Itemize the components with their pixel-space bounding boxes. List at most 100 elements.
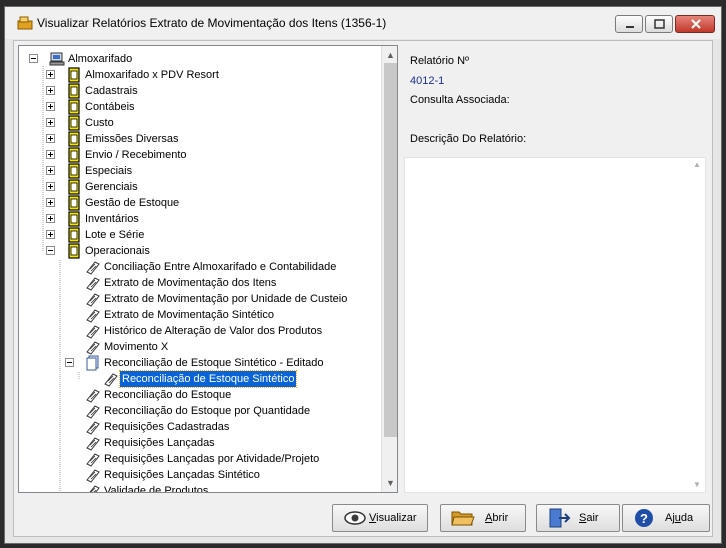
- tree-node-label: Custo: [85, 117, 114, 129]
- view-button-label: Visualizar: [369, 512, 417, 524]
- view-button[interactable]: Visualizar: [332, 504, 428, 532]
- close-button[interactable]: [675, 15, 715, 33]
- tree-node-label: Operacionais: [85, 245, 150, 257]
- description-scrollbar[interactable]: ▲ ▼: [689, 158, 705, 492]
- tree-category[interactable]: Operacionais: [19, 243, 381, 259]
- report-icon: [85, 403, 101, 419]
- tree-root-almoxarifado[interactable]: Almoxarifado: [19, 51, 381, 67]
- folder-icon: [66, 243, 82, 259]
- tree-category[interactable]: Emissões Diversas: [19, 131, 381, 147]
- tree-report-group-edited[interactable]: Reconciliação de Estoque Sintético - Edi…: [19, 355, 381, 371]
- expand-icon[interactable]: [46, 102, 55, 111]
- tree-node-label: Validade de Produtos: [104, 485, 209, 493]
- open-button[interactable]: Abrir: [440, 504, 526, 532]
- tree-report-item[interactable]: Requisições Lançadas Sintético: [19, 467, 381, 483]
- folder-icon: [66, 147, 82, 163]
- maximize-icon: [654, 19, 665, 29]
- report-icon: [85, 419, 101, 435]
- tree-node-label: Cadastrais: [85, 85, 138, 97]
- report-icon: [85, 483, 101, 492]
- report-number-value: 4012-1: [410, 75, 445, 87]
- tree-node-label: Contábeis: [85, 101, 135, 113]
- tree-category[interactable]: Contábeis: [19, 99, 381, 115]
- report-number-label: Relatório Nº: [410, 55, 470, 67]
- tree-category[interactable]: Envio / Recebimento: [19, 147, 381, 163]
- expand-icon[interactable]: [46, 134, 55, 143]
- tree-report-item[interactable]: Conciliação Entre Almoxarifado e Contabi…: [19, 259, 381, 275]
- title-bar[interactable]: Visualizar Relatórios Extrato de Movimen…: [5, 7, 721, 39]
- window-title: Visualizar Relatórios Extrato de Movimen…: [37, 16, 387, 30]
- tree-report-item[interactable]: Validade de Produtos: [19, 483, 381, 493]
- help-button[interactable]: ? Ajuda: [622, 504, 710, 532]
- tree-node-label: Requisições Lançadas por Atividade/Proje…: [104, 453, 320, 465]
- expand-icon[interactable]: [46, 182, 55, 191]
- tree-node-label: Gestão de Estoque: [85, 197, 180, 209]
- tree-category[interactable]: Inventários: [19, 211, 381, 227]
- collapse-icon[interactable]: [65, 358, 74, 367]
- folder-icon: [66, 227, 82, 243]
- folder-icon: [66, 115, 82, 131]
- tree-report-item[interactable]: Reconciliação do Estoque por Quantidade: [19, 403, 381, 419]
- scroll-up-icon[interactable]: ▲: [386, 50, 395, 60]
- scroll-up-icon[interactable]: ▲: [693, 160, 701, 169]
- exit-button-label: Sair: [579, 512, 599, 524]
- folder-icon: [66, 131, 82, 147]
- associated-query-label: Consulta Associada:: [410, 94, 510, 106]
- tree-report-item[interactable]: Extrato de Movimentação Sintético: [19, 307, 381, 323]
- help-button-label: Ajuda: [665, 512, 694, 524]
- open-folder-icon: [451, 511, 475, 526]
- tree-category[interactable]: Gestão de Estoque: [19, 195, 381, 211]
- expand-icon[interactable]: [46, 166, 55, 175]
- tree-category[interactable]: Lote e Série: [19, 227, 381, 243]
- scroll-down-icon[interactable]: ▼: [386, 478, 395, 488]
- tree-category[interactable]: Almoxarifado x PDV Resort: [19, 67, 381, 83]
- tree-report-item[interactable]: Histórico de Alteração de Valor dos Prod…: [19, 323, 381, 339]
- tree-node-label: Requisições Lançadas: [104, 437, 215, 449]
- collapse-icon[interactable]: [46, 246, 55, 255]
- tree-node-label: Almoxarifado: [68, 53, 133, 65]
- report-icon: [85, 467, 101, 483]
- app-icon: [17, 16, 33, 30]
- tree-report-item-selected[interactable]: Reconciliação de Estoque Sintético: [19, 370, 381, 388]
- tree-category[interactable]: Cadastrais: [19, 83, 381, 99]
- tree-scrollbar[interactable]: ▲ ▼: [381, 46, 397, 492]
- report-tree[interactable]: Almoxarifado Almoxarifado x PDV Resort Cad…: [18, 45, 398, 493]
- expand-icon[interactable]: [46, 214, 55, 223]
- tree-node-label: Reconciliação de Estoque Sintético - Edi…: [104, 357, 324, 369]
- tree-category[interactable]: Especiais: [19, 163, 381, 179]
- tree-node-label: Gerenciais: [85, 181, 138, 193]
- expand-icon[interactable]: [46, 118, 55, 127]
- tree-node-label: Extrato de Movimentação por Unidade de C…: [104, 293, 348, 305]
- tree-node-label: Reconciliação de Estoque Sintético: [118, 370, 298, 388]
- tree-node-label: Extrato de Movimentação Sintético: [104, 309, 274, 321]
- expand-icon[interactable]: [46, 230, 55, 239]
- eye-icon: [344, 511, 366, 525]
- tree-report-item[interactable]: Movimento X: [19, 339, 381, 355]
- tree-category[interactable]: Gerenciais: [19, 179, 381, 195]
- tree-report-item[interactable]: Extrato de Movimentação dos Itens: [19, 275, 381, 291]
- description-label: Descrição Do Relatório:: [410, 133, 527, 145]
- scroll-down-icon[interactable]: ▼: [693, 480, 701, 489]
- svg-text:?: ?: [640, 511, 648, 526]
- report-icon: [85, 291, 101, 307]
- expand-icon[interactable]: [46, 86, 55, 95]
- tree-node-label: Especiais: [85, 165, 133, 177]
- description-textbox[interactable]: ▲ ▼: [404, 157, 706, 493]
- expand-icon[interactable]: [46, 150, 55, 159]
- tree-scroll-thumb[interactable]: [384, 63, 397, 437]
- exit-door-icon: [549, 508, 571, 528]
- tree-report-item[interactable]: Extrato de Movimentação por Unidade de C…: [19, 291, 381, 307]
- tree-report-item[interactable]: Requisições Lançadas: [19, 435, 381, 451]
- report-viewer-window: Visualizar Relatórios Extrato de Movimen…: [4, 6, 722, 544]
- tree-report-item[interactable]: Reconciliação do Estoque: [19, 387, 381, 403]
- minimize-button[interactable]: [615, 15, 643, 33]
- tree-report-item[interactable]: Requisições Cadastradas: [19, 419, 381, 435]
- maximize-button[interactable]: [645, 15, 673, 33]
- tree-node-label: Lote e Série: [85, 229, 145, 241]
- collapse-icon[interactable]: [29, 54, 38, 63]
- expand-icon[interactable]: [46, 70, 55, 79]
- tree-category[interactable]: Custo: [19, 115, 381, 131]
- exit-button[interactable]: Sair: [536, 504, 620, 532]
- expand-icon[interactable]: [46, 198, 55, 207]
- tree-report-item[interactable]: Requisições Lançadas por Atividade/Proje…: [19, 451, 381, 467]
